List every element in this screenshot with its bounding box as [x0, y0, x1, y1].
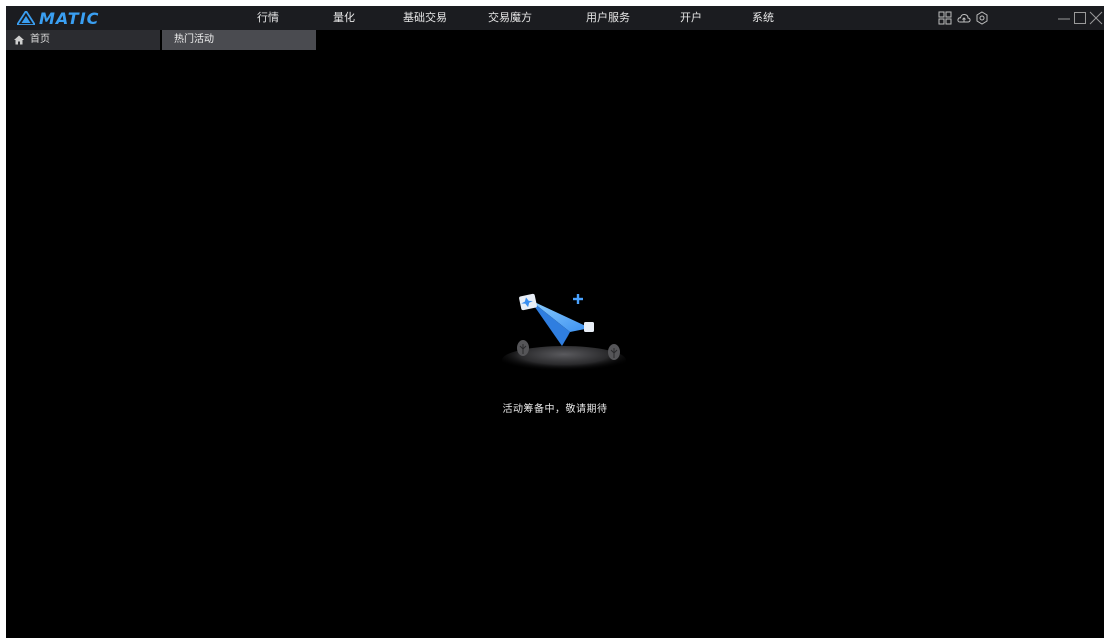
tab-hot-activities[interactable]: 热门活动 — [162, 30, 316, 50]
menu-item-user-service[interactable]: 用户服务 — [586, 10, 630, 26]
minimize-icon[interactable] — [1056, 9, 1072, 27]
tab-bar: 首页 热门活动 — [6, 30, 1104, 50]
logo-icon — [17, 11, 35, 25]
cloud-icon[interactable] — [957, 11, 971, 25]
app-name: MATIC — [39, 8, 100, 28]
close-icon[interactable] — [1088, 9, 1104, 27]
menu-item-market[interactable]: 行情 — [257, 10, 279, 26]
maximize-icon[interactable] — [1072, 9, 1088, 27]
grid-icon[interactable] — [938, 11, 952, 25]
empty-state-message: 活动筹备中，敬请期待 — [502, 404, 608, 415]
paper-plane-icon — [502, 293, 626, 374]
menu-item-open-account[interactable]: 开户 — [680, 10, 702, 26]
menu-item-trading-cube[interactable]: 交易魔方 — [488, 10, 532, 26]
menu-item-basic-trading[interactable]: 基础交易 — [403, 10, 447, 26]
settings-icon[interactable] — [975, 11, 989, 25]
title-bar: MATIC 行情 量化 基础交易 交易魔方 用户服务 开户 系统 — [6, 6, 1104, 30]
menu-item-system[interactable]: 系统 — [752, 10, 774, 26]
home-icon — [14, 35, 24, 45]
app-logo: MATIC — [17, 8, 100, 28]
app-window: MATIC 行情 量化 基础交易 交易魔方 用户服务 开户 系统 首页 热门活动… — [6, 6, 1104, 638]
tab-home-label: 首页 — [30, 34, 50, 45]
tab-hot-activities-label: 热门活动 — [174, 34, 214, 45]
tab-home[interactable]: 首页 — [6, 30, 160, 50]
menu-item-quant[interactable]: 量化 — [333, 10, 355, 26]
